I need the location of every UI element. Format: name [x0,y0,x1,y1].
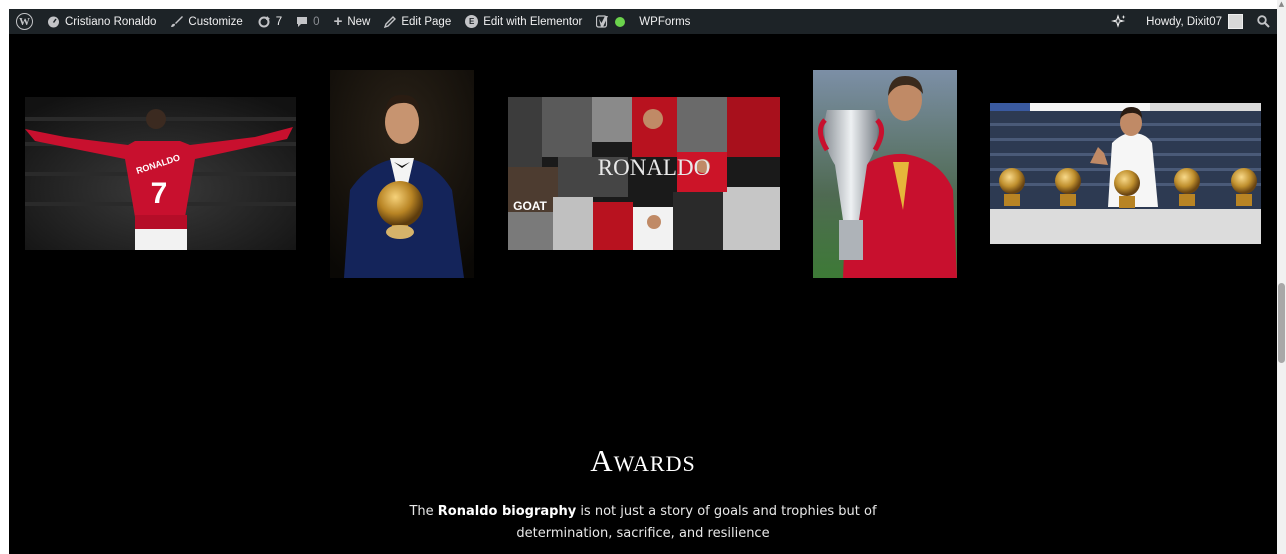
wordpress-logo-menu[interactable]: W [9,9,40,34]
updates-count: 7 [275,15,283,28]
brush-icon [170,15,184,28]
new-label: New [347,15,371,28]
awards-text-lead: The [409,504,438,519]
ai-assistant-button[interactable] [1104,9,1139,34]
edit-page-label: Edit Page [401,15,452,28]
awards-paragraph: The Ronaldo biography is not just a stor… [393,501,893,545]
dashboard-icon [47,15,60,28]
scrollbar-thumb[interactable] [1278,283,1285,363]
howdy-label: Howdy, Dixit07 [1146,15,1222,28]
gallery-image-celebration[interactable]: RONALDO 7 [25,97,296,250]
window-left-border [0,0,9,554]
yoast-icon [596,15,610,28]
collage-badge: GOAT [513,199,547,213]
new-content-menu[interactable]: + New [327,9,378,34]
seo-status-dot [615,16,626,27]
awards-text-bold: Ronaldo biography [437,504,577,519]
wpforms-menu[interactable]: WPForms [632,9,697,34]
search-icon [1257,15,1270,28]
gallery-image-ballon-dor[interactable] [330,70,474,278]
gallery-image-euro-trophy[interactable] [813,70,957,278]
plus-icon: + [333,13,343,30]
jersey-number: 7 [151,177,168,210]
customize-link[interactable]: Customize [163,9,249,34]
my-account-menu[interactable]: Howdy, Dixit07 [1139,9,1250,34]
page-frame: W Cristiano Ronaldo Customize 7 0 + New … [9,9,1277,554]
window-top-border [0,0,1286,9]
edit-page-link[interactable]: Edit Page [377,9,458,34]
edit-elementor-label: Edit with Elementor [483,15,583,28]
site-name-menu[interactable]: Cristiano Ronaldo [40,9,163,34]
wpforms-label: WPForms [639,15,691,28]
avatar [1228,14,1243,29]
search-button[interactable] [1250,9,1277,34]
updates-link[interactable]: 7 [250,9,289,34]
admin-bar: W Cristiano Ronaldo Customize 7 0 + New … [9,9,1277,34]
sparkle-icon [1111,13,1127,30]
gallery-image-five-ballon-dor[interactable] [990,103,1261,244]
comment-icon [296,16,308,28]
comments-link[interactable]: 0 [289,9,326,34]
edit-elementor-link[interactable]: E Edit with Elementor [458,9,589,34]
comments-count: 0 [313,15,320,28]
gallery-image-collage[interactable]: RONALDO GOAT [508,97,780,250]
refresh-icon [257,15,271,29]
customize-label: Customize [188,15,243,28]
wordpress-icon: W [16,13,33,30]
collage-title: RONALDO [598,155,710,180]
awards-heading: Awards [590,443,696,478]
scroll-up-arrow-icon[interactable]: ▲ [1278,0,1285,9]
pencil-icon [384,15,397,28]
elementor-icon: E [465,15,479,28]
site-name-label: Cristiano Ronaldo [65,15,157,28]
yoast-seo-menu[interactable] [589,9,632,34]
page-scrollbar[interactable]: ▲ [1277,0,1286,554]
